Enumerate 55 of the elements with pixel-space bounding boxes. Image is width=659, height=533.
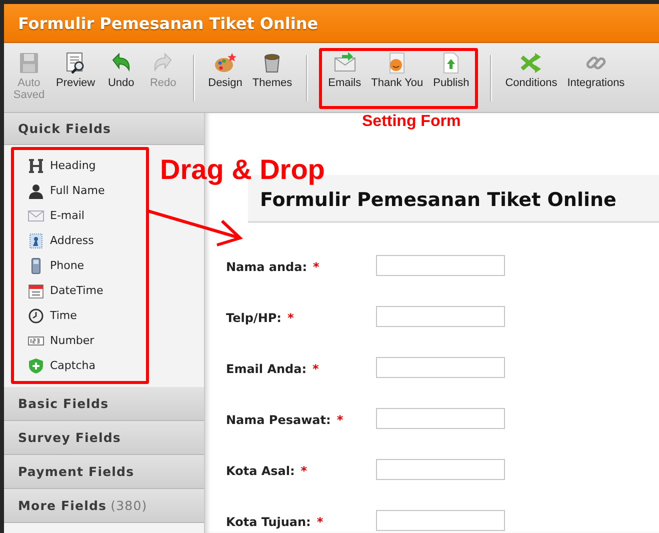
input-field[interactable] — [376, 306, 505, 327]
field-item[interactable]: Full Name — [28, 178, 146, 203]
input-field[interactable] — [376, 408, 505, 429]
heading-icon — [28, 158, 44, 174]
field-label: Kota Tujuan: — [226, 515, 311, 529]
crossed-arrows-icon — [519, 51, 544, 75]
required-mark: * — [300, 464, 308, 478]
section-header[interactable]: More Fields (380) — [4, 489, 204, 523]
field-item[interactable]: DateTime — [28, 278, 146, 303]
toolbar-button[interactable]: Publish — [431, 51, 472, 106]
input-field[interactable] — [376, 357, 505, 378]
toolbar-button[interactable]: Conditions — [503, 51, 560, 89]
section-header[interactable]: Quick Fields — [4, 113, 204, 145]
section-header[interactable]: Basic Fields — [4, 387, 204, 421]
toolbar-button[interactable]: Undo — [103, 51, 140, 101]
address-card-icon — [28, 232, 44, 248]
form-title: Formulir Pemesanan Tiket Online — [260, 189, 616, 211]
section-header[interactable]: Survey Fields — [4, 421, 204, 455]
palette-icon — [213, 51, 238, 75]
field-label: Kota Asal: — [226, 464, 295, 478]
field-item[interactable]: Captcha — [28, 353, 146, 378]
calendar-icon — [28, 282, 44, 298]
field-item[interactable]: Number — [28, 328, 146, 353]
field-item[interactable]: Address — [28, 228, 146, 253]
field-label: Nama anda: — [226, 260, 308, 274]
toolbar-button[interactable]: Thank You — [369, 51, 426, 106]
input-field[interactable] — [376, 255, 505, 276]
field-label: Email Anda: — [226, 362, 307, 376]
required-mark: * — [287, 311, 294, 325]
person-icon — [28, 182, 44, 198]
field-item[interactable]: Heading — [28, 153, 146, 178]
required-mark: * — [313, 260, 320, 274]
required-mark: * — [316, 515, 324, 529]
field-label: Nama Pesawat: — [226, 413, 331, 427]
section-header[interactable]: Payment Fields — [4, 455, 204, 489]
toolbar-button[interactable]: Design — [206, 51, 244, 89]
envelope-icon — [28, 208, 44, 224]
toolbar-button[interactable]: Emails — [326, 51, 364, 106]
field-item[interactable]: Time — [28, 303, 146, 328]
toolbar-button[interactable]: Themes — [250, 51, 294, 89]
input-field[interactable] — [376, 459, 505, 480]
required-mark: * — [312, 362, 319, 376]
input-field[interactable] — [376, 510, 505, 531]
toolbar-button[interactable]: Integrations — [565, 51, 627, 89]
annotation-label: Drag & Drop — [160, 156, 325, 184]
clock-icon — [28, 308, 44, 324]
field-count: (380) — [110, 498, 148, 513]
field-item[interactable]: E-mail — [28, 203, 146, 228]
required-mark: * — [336, 413, 344, 427]
toolbar-button[interactable]: Preview — [54, 51, 98, 101]
field-item[interactable]: Phone — [28, 253, 146, 278]
annotation-label: Setting Form — [362, 114, 461, 130]
field-label: Telp/HP: — [226, 311, 282, 325]
window-title: Formulir Pemesanan Tiket Online — [18, 14, 318, 32]
shield-plus-icon — [28, 358, 44, 374]
